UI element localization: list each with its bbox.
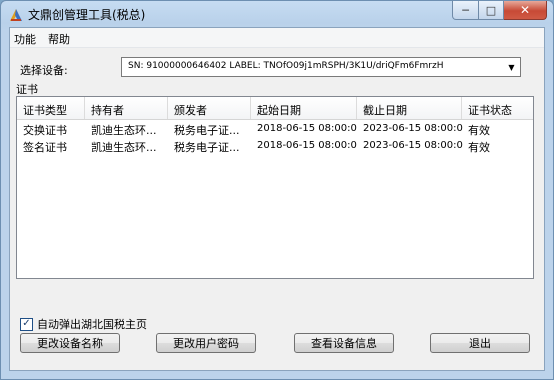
cell-end-date: 2023-06-15 08:00:00 bbox=[363, 123, 463, 134]
close-icon: ✕ bbox=[519, 3, 531, 17]
col-header-holder[interactable]: 持有者 bbox=[85, 97, 168, 119]
exit-button[interactable]: 退出 bbox=[430, 333, 530, 353]
dropdown-arrow-icon[interactable]: ▼ bbox=[503, 58, 520, 76]
rename-device-button[interactable]: 更改设备名称 bbox=[20, 333, 120, 353]
minimize-icon: ─ bbox=[462, 3, 469, 17]
menu-help[interactable]: 帮助 bbox=[48, 31, 70, 47]
cell-holder: 凯迪生态环... bbox=[91, 141, 157, 154]
maximize-button[interactable]: □ bbox=[479, 1, 504, 20]
col-header-end[interactable]: 截止日期 bbox=[357, 97, 462, 119]
cell-status: 有效 bbox=[468, 124, 490, 137]
auto-popup-label[interactable]: 自动弹出湖北国税主页 bbox=[37, 316, 147, 332]
device-label: 选择设备: bbox=[20, 64, 68, 77]
cert-list-header: 证书类型 持有者 颁发者 起始日期 截止日期 证书状态 bbox=[17, 97, 533, 120]
menu-function[interactable]: 功能 bbox=[14, 31, 36, 47]
cell-end-date: 2023-06-15 08:00:00 bbox=[363, 140, 463, 151]
close-button[interactable]: ✕ bbox=[504, 1, 547, 20]
cell-start-date: 2018-06-15 08:00:00 bbox=[257, 123, 357, 134]
table-row[interactable]: 签名证书 凯迪生态环... 税务电子证... 2018-06-15 08:00:… bbox=[17, 138, 533, 154]
col-header-start[interactable]: 起始日期 bbox=[251, 97, 357, 119]
col-header-issuer[interactable]: 颁发者 bbox=[168, 97, 251, 119]
change-password-button[interactable]: 更改用户密码 bbox=[156, 333, 256, 353]
auto-popup-checkbox[interactable]: ✓ bbox=[20, 317, 33, 331]
checkmark-icon: ✓ bbox=[22, 318, 31, 329]
col-header-status[interactable]: 证书状态 bbox=[462, 97, 533, 119]
minimize-button[interactable]: ─ bbox=[452, 1, 479, 20]
app-window: 文鼎创管理工具(税总) ─ □ ✕ 功能 帮助 选择设备: SN: 910000… bbox=[0, 0, 554, 380]
maximize-icon: □ bbox=[485, 3, 497, 17]
cell-type: 签名证书 bbox=[23, 141, 67, 154]
cell-issuer: 税务电子证... bbox=[174, 141, 240, 154]
cell-status: 有效 bbox=[468, 141, 490, 154]
device-selected-value: SN: 91000000646402 LABEL: TNOfO09j1mRSPH… bbox=[128, 61, 444, 71]
window-title: 文鼎创管理工具(税总) bbox=[28, 8, 146, 22]
cell-holder: 凯迪生态环... bbox=[91, 124, 157, 137]
cell-start-date: 2018-06-15 08:00:00 bbox=[257, 140, 357, 151]
app-logo-icon bbox=[10, 9, 22, 21]
menu-bar: 功能 帮助 bbox=[10, 28, 544, 48]
cert-group-label: 证书 bbox=[16, 83, 38, 96]
auto-popup-option[interactable]: ✓ 自动弹出湖北国税主页 bbox=[20, 316, 147, 332]
client-area: 功能 帮助 选择设备: SN: 91000000646402 LABEL: TN… bbox=[9, 27, 545, 371]
col-header-type[interactable]: 证书类型 bbox=[17, 97, 85, 119]
device-dropdown[interactable]: SN: 91000000646402 LABEL: TNOfO09j1mRSPH… bbox=[121, 57, 521, 77]
view-device-info-button[interactable]: 查看设备信息 bbox=[294, 333, 394, 353]
title-bar[interactable]: 文鼎创管理工具(税总) ─ □ ✕ bbox=[1, 1, 553, 27]
cell-type: 交换证书 bbox=[23, 124, 67, 137]
cell-issuer: 税务电子证... bbox=[174, 124, 240, 137]
table-row[interactable]: 交换证书 凯迪生态环... 税务电子证... 2018-06-15 08:00:… bbox=[17, 121, 533, 137]
cert-list[interactable]: 证书类型 持有者 颁发者 起始日期 截止日期 证书状态 交换证书 凯迪生态环..… bbox=[16, 96, 534, 279]
